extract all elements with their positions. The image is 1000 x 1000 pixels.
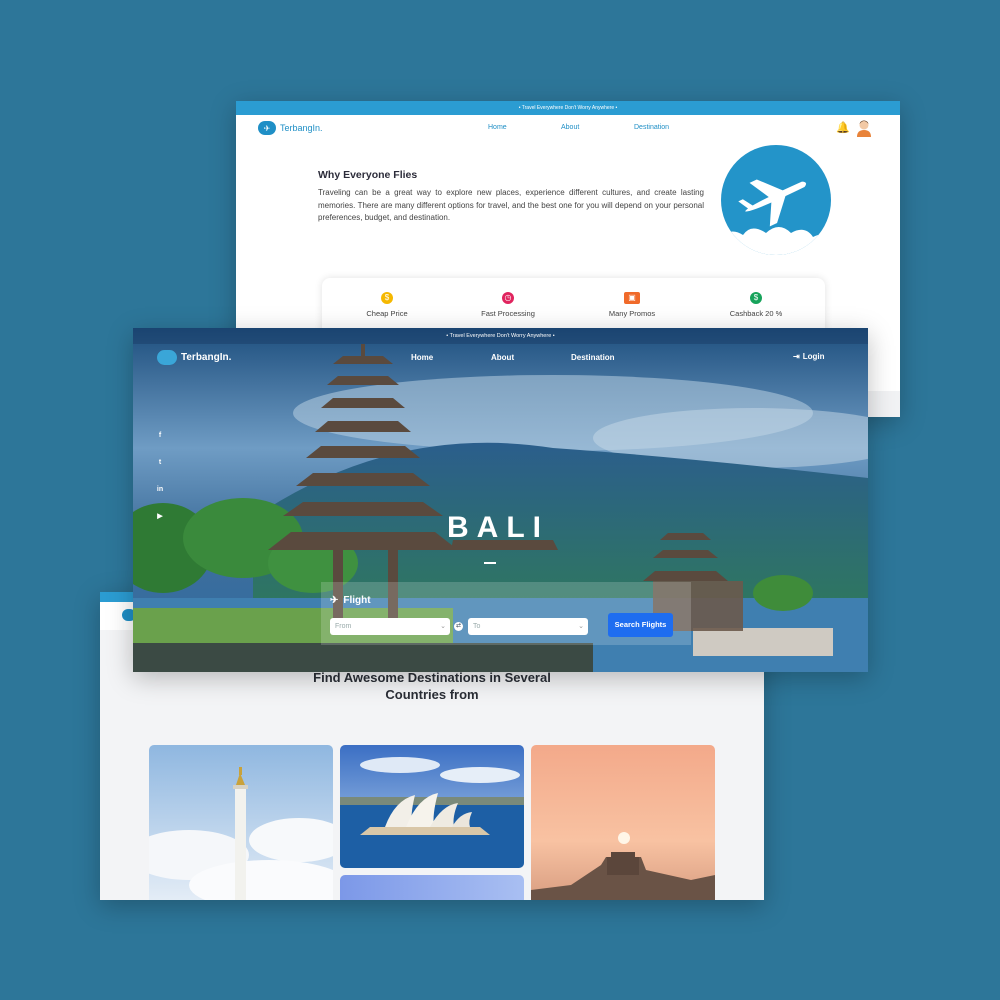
destination-card-monas[interactable] (149, 745, 333, 900)
airplane-icon: ✈ (330, 595, 339, 606)
avatar[interactable] (856, 119, 872, 137)
feature-many-promos: ▣ Many Promos (582, 292, 682, 318)
nav-destination[interactable]: Destination (571, 353, 615, 362)
to-select[interactable]: To ⌄ (468, 618, 588, 635)
feature-cheap-price: $ Cheap Price (337, 292, 437, 318)
login-button[interactable]: ⇥ Login (793, 352, 824, 361)
destination-card-great-wall[interactable] (531, 745, 715, 900)
chevron-down-icon: ⌄ (440, 623, 446, 630)
facebook-icon[interactable]: f (155, 431, 165, 441)
hero-title: BALI (447, 511, 549, 544)
plane-logo-icon: ✈ (258, 121, 276, 135)
destination-card-blue[interactable] (340, 875, 524, 900)
coin-icon: $ (381, 292, 393, 304)
destinations-heading: Find Awesome Destinations in Several Cou… (290, 669, 574, 703)
linkedin-icon[interactable]: in (155, 485, 165, 495)
feature-label: Cheap Price (366, 309, 408, 318)
search-flights-button[interactable]: Search Flights (608, 613, 673, 637)
nav-destination[interactable]: Destination (634, 124, 669, 131)
nav-about[interactable]: About (561, 124, 579, 131)
nav-home[interactable]: Home (488, 124, 507, 131)
feature-label: Fast Processing (481, 309, 535, 318)
swap-icon[interactable]: ⇄ (454, 622, 463, 631)
tagline-bar: • Travel Everywhere Don't Worry Anywhere… (133, 328, 868, 344)
destination-card-sydney[interactable] (340, 745, 524, 868)
stopwatch-icon: ◷ (502, 292, 514, 304)
logo-text: TerbangIn. (181, 352, 232, 363)
plane-illustration (721, 145, 831, 255)
login-icon: ⇥ (793, 352, 800, 361)
nav-about[interactable]: About (491, 353, 514, 362)
heading-line-2: Countries from (385, 687, 479, 702)
flight-tab[interactable]: ✈ Flight (330, 595, 371, 606)
hero-page-screenshot: • Travel Everywhere Don't Worry Anywhere… (133, 328, 868, 672)
from-placeholder: From (335, 623, 352, 630)
hero-underline (484, 562, 496, 564)
twitter-icon[interactable]: t (155, 458, 165, 468)
flight-tab-label: Flight (343, 595, 371, 606)
from-select[interactable]: From ⌄ (330, 618, 450, 635)
logo[interactable]: TerbangIn. (157, 350, 231, 365)
plane-logo-icon (157, 350, 177, 365)
feature-label: Cashback 20 % (729, 309, 783, 318)
bell-icon[interactable]: 🔔 (836, 121, 850, 134)
nav-home[interactable]: Home (411, 353, 433, 362)
logo-text: TerbangIn. (280, 123, 323, 133)
heading-line-1: Find Awesome Destinations in Several (313, 670, 551, 685)
navbar: ✈ TerbangIn. Home About Destination 🔔 (236, 115, 900, 143)
chevron-down-icon: ⌄ (578, 623, 584, 630)
login-label: Login (802, 352, 825, 361)
why-text: Traveling can be a great way to explore … (318, 188, 704, 222)
why-title: Why Everyone Flies (318, 169, 418, 181)
feature-cashback: $ Cashback 20 % (706, 292, 806, 318)
feature-label: Many Promos (608, 309, 656, 318)
feature-fast-processing: ◷ Fast Processing (458, 292, 558, 318)
gift-icon: ▣ (624, 292, 640, 304)
to-placeholder: To (473, 623, 481, 630)
cashback-icon: $ (750, 292, 762, 304)
logo[interactable]: ✈ TerbangIn. (258, 121, 323, 135)
tagline-bar: • Travel Everywhere Don't Worry Anywhere… (236, 101, 900, 115)
youtube-icon[interactable]: ▶ (155, 512, 165, 522)
